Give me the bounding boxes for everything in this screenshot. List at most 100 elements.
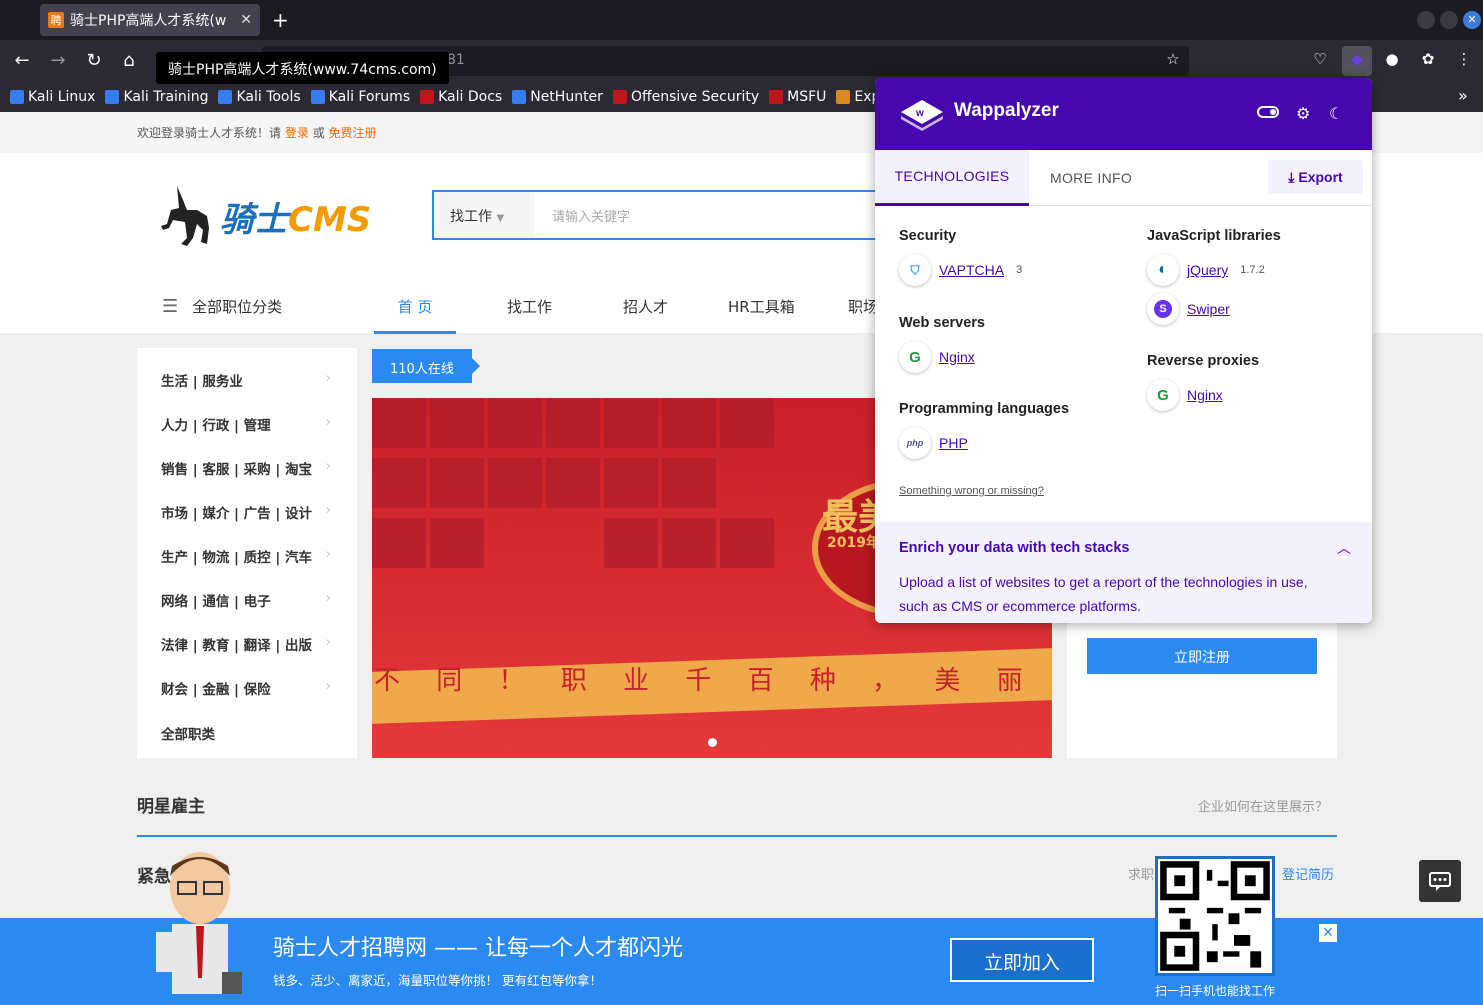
wappalyzer-title: Wappalyzer: [954, 100, 1059, 121]
chevron-right-icon: ›: [325, 590, 331, 606]
tech-vaptcha[interactable]: ⛉ VAPTCHA 3: [899, 254, 1022, 286]
enrich-text: Upload a list of websites to get a repor…: [899, 574, 1308, 614]
menu-icon[interactable]: ⋮: [1452, 50, 1476, 72]
chat-icon[interactable]: [1419, 860, 1461, 902]
banner-year: 2019年: [827, 535, 880, 551]
new-tab-icon[interactable]: +: [272, 8, 289, 32]
chevron-right-icon: ›: [325, 678, 331, 694]
bookmark-item[interactable]: Kali Forums: [310, 89, 410, 105]
bookmark-star-icon[interactable]: ☆: [1161, 50, 1185, 72]
search-input[interactable]: 请输入关键字: [552, 206, 630, 225]
browser-tab[interactable]: 聘 骑士PHP高端人才系统(w ✕: [40, 4, 260, 36]
php-icon: php: [899, 427, 931, 459]
login-panel: 立即注册: [1067, 612, 1337, 758]
maximize-button[interactable]: [1440, 11, 1458, 29]
bookmark-item[interactable]: Kali Tools: [218, 89, 301, 105]
nav-hr-tools[interactable]: HR工具箱: [728, 296, 795, 317]
sidebar-item[interactable]: 网络 | 通信 | 电子 ›: [161, 590, 331, 610]
svg-text:w: w: [915, 108, 924, 119]
register-now-button[interactable]: 立即注册: [1087, 638, 1317, 674]
dark-mode-moon-icon[interactable]: ☾: [1329, 104, 1343, 124]
msfu-icon: [769, 90, 784, 104]
join-now-button[interactable]: 立即加入: [950, 938, 1094, 982]
bookmark-item[interactable]: Exp: [836, 89, 880, 105]
sidebar-item[interactable]: 人力 | 行政 | 管理 ›: [161, 414, 331, 434]
nav-hire[interactable]: 招人才: [623, 296, 668, 317]
tech-php[interactable]: php PHP: [899, 427, 968, 459]
nethunter-icon: [512, 90, 527, 104]
sidebar-item[interactable]: 市场 | 媒介 | 广告 | 设计 ›: [161, 502, 331, 522]
toggle-icon[interactable]: [1257, 106, 1279, 118]
vaptcha-shield-icon: ⛉: [899, 254, 931, 286]
wappalyzer-extension-icon[interactable]: ◆: [1342, 46, 1372, 76]
reload-icon[interactable]: ↻: [82, 50, 106, 71]
tab-technologies[interactable]: TECHNOLOGIES: [875, 150, 1029, 206]
chevron-right-icon: ›: [325, 546, 331, 562]
nav-find-job[interactable]: 找工作: [507, 296, 552, 317]
login-link[interactable]: 登录: [285, 126, 309, 140]
settings-gear-icon[interactable]: ⚙: [1296, 104, 1310, 124]
minimize-button[interactable]: [1417, 11, 1435, 29]
extensions-icon[interactable]: ✿: [1416, 50, 1440, 72]
close-window-button[interactable]: ✕: [1463, 11, 1481, 29]
section-right-text: 求职: [1128, 868, 1155, 883]
forward-icon[interactable]: →: [46, 50, 70, 71]
category-javascript-libraries: JavaScript libraries: [1147, 228, 1281, 244]
search-type-select[interactable]: 找工作 ▼: [434, 192, 534, 238]
tech-nginx[interactable]: G Nginx: [899, 341, 975, 373]
all-categories-menu[interactable]: ☰ 全部职位分类: [162, 296, 282, 317]
report-missing-link[interactable]: Something wrong or missing?: [899, 485, 1044, 497]
jquery-icon: ◐: [1147, 254, 1179, 286]
bookmark-item[interactable]: Kali Training: [105, 89, 208, 105]
offsec-icon: [612, 90, 627, 104]
nginx-icon: G: [899, 341, 931, 373]
bookmark-item[interactable]: NetHunter: [512, 89, 603, 105]
enrich-title[interactable]: Enrich your data with tech stacks: [899, 540, 1129, 556]
hamburger-icon: ☰: [162, 296, 179, 317]
export-button[interactable]: ⤓ Export: [1268, 160, 1363, 194]
wappalyzer-header: w Wappalyzer ⚙ ☾: [875, 78, 1372, 150]
tab-more-info[interactable]: MORE INFO: [1029, 150, 1153, 206]
sidebar-item[interactable]: 财会 | 金融 | 保险 ›: [161, 678, 331, 698]
tab-title: 骑士PHP高端人才系统(w: [70, 13, 227, 29]
mascot-image: [156, 852, 242, 994]
wappalyzer-tabs: TECHNOLOGIES MORE INFO ⤓ Export: [875, 150, 1372, 206]
sidebar-item[interactable]: 法律 | 教育 | 翻译 | 出版 ›: [161, 634, 331, 654]
close-promo-icon[interactable]: ✕: [1319, 924, 1337, 942]
online-badge: 110人在线: [372, 349, 480, 383]
pocket-icon[interactable]: ♡: [1308, 50, 1332, 72]
bookmark-item[interactable]: Kali Docs: [420, 89, 502, 105]
nav-career[interactable]: 职场: [848, 296, 878, 317]
chevron-down-icon: ▼: [496, 213, 505, 224]
register-link[interactable]: 免费注册: [329, 126, 377, 140]
bookmark-item[interactable]: Offensive Security: [612, 89, 759, 105]
register-resume-link[interactable]: 登记简历: [1282, 864, 1334, 883]
chevron-right-icon: ›: [325, 634, 331, 650]
more-bookmarks-icon[interactable]: »: [1458, 86, 1468, 105]
sidebar-item[interactable]: 生活 | 服务业 ›: [161, 370, 331, 390]
chevron-up-icon[interactable]: ︿: [1337, 538, 1351, 558]
back-icon[interactable]: ←: [10, 50, 34, 71]
knight-logo-icon: [161, 186, 209, 246]
sidebar-item[interactable]: 生产 | 物流 | 质控 | 汽车 ›: [161, 546, 331, 566]
bookmark-item[interactable]: Kali Linux: [10, 89, 95, 105]
tech-swiper[interactable]: S Swiper: [1147, 293, 1230, 325]
home-icon[interactable]: ⌂: [117, 50, 141, 71]
logo-text: 骑士CMS: [220, 200, 372, 240]
bookmark-item[interactable]: MSFU: [769, 89, 826, 105]
wappalyzer-popup: w Wappalyzer ⚙ ☾ TECHNOLOGIES MORE INFO …: [875, 78, 1372, 623]
cookie-extension-icon[interactable]: ●: [1380, 50, 1404, 72]
category-reverse-proxies: Reverse proxies: [1147, 353, 1260, 369]
exploitdb-icon: [836, 90, 851, 104]
nginx-icon: G: [1147, 379, 1179, 411]
wappalyzer-logo-icon: w: [901, 100, 943, 131]
close-tab-icon[interactable]: ✕: [240, 12, 252, 28]
sidebar-item-all[interactable]: 全部职类: [161, 723, 331, 743]
chevron-right-icon: ›: [325, 370, 331, 386]
sidebar-item[interactable]: 销售 | 客服 | 采购 | 淘宝 ›: [161, 458, 331, 478]
tech-nginx-proxy[interactable]: G Nginx: [1147, 379, 1223, 411]
carousel-dot[interactable]: [708, 738, 717, 747]
employer-showcase-link[interactable]: 企业如何在这里展示？: [1198, 796, 1328, 815]
nav-home[interactable]: 首 页: [374, 284, 456, 334]
tech-jquery[interactable]: ◐ jQuery 1.7.2: [1147, 254, 1265, 286]
